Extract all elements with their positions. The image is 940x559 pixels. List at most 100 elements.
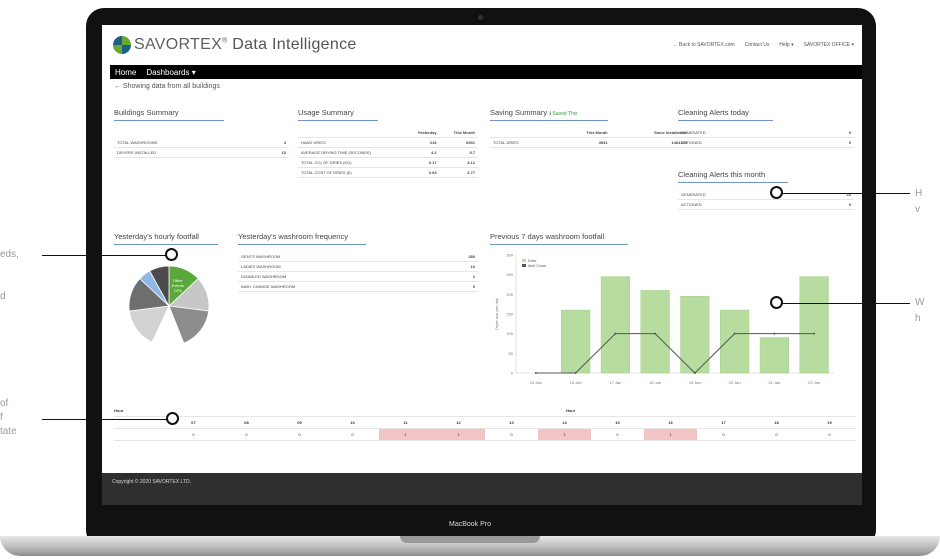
- table-row: BABY CHANGE WASHROOM 0: [238, 281, 478, 292]
- chart-bar[interactable]: [600, 276, 630, 374]
- row-value: 22: [809, 190, 854, 200]
- row-month: 5.7: [439, 147, 478, 158]
- callout-marker: [770, 296, 783, 309]
- hour-label-right: Hour: [565, 408, 576, 413]
- saved-info-badge[interactable]: ℹ Saved This: [549, 111, 577, 117]
- hour-header-row: Hour Hour: [114, 405, 856, 417]
- callout-right-1: H: [915, 188, 923, 199]
- callout-left-4: f: [0, 412, 3, 423]
- hour-value[interactable]: 0: [485, 429, 538, 440]
- hour-value[interactable]: 1: [379, 429, 432, 440]
- chart-bar[interactable]: [640, 290, 670, 374]
- hour-number: 08: [244, 420, 249, 425]
- alert-count-point[interactable]: [813, 332, 816, 335]
- callout-connector: [777, 193, 910, 194]
- col-this-month: This Month: [439, 128, 478, 138]
- contact-link[interactable]: Contact Us: [745, 42, 770, 48]
- chart-bar[interactable]: [720, 309, 750, 374]
- hour-value[interactable]: 0: [697, 429, 750, 440]
- hour-spacer: [114, 429, 167, 440]
- x-tick-label: 18 Jan: [649, 380, 661, 385]
- callout-connector: [777, 303, 910, 304]
- hour-alert-table: Hour Hour 07 08 09 10 11 12 13 14 15 16 17 18 19 000…: [114, 405, 856, 441]
- chart-bar[interactable]: [759, 337, 789, 374]
- hour-number: 09: [297, 420, 302, 425]
- row-label: GENERATED: [678, 128, 817, 138]
- x-tick-label: 17 Jan: [609, 380, 621, 385]
- hour-number: 18: [774, 420, 779, 425]
- table-row: ACTIONED 0: [678, 137, 854, 148]
- breadcrumb[interactable]: ← Showing data from all buildings: [114, 83, 220, 90]
- hour-value[interactable]: 0: [167, 429, 220, 440]
- alert-count-point[interactable]: [614, 332, 617, 335]
- row-month: 3.77: [439, 167, 478, 178]
- alert-count-point[interactable]: [773, 332, 776, 335]
- row-yesterday: 0.17: [404, 157, 440, 168]
- callout-marker: [770, 186, 783, 199]
- alert-count-point[interactable]: [534, 372, 537, 374]
- top-links: ← Back to SAVORTEX.com Contact Us Help ▾…: [673, 42, 854, 48]
- hour-value[interactable]: 1: [538, 429, 591, 440]
- row-yesterday: 216: [404, 137, 440, 148]
- main-navbar: Home Dashboards ▾: [110, 65, 862, 79]
- hour-number: 17: [721, 420, 726, 425]
- row-label: DRYERS INSTALLED: [114, 147, 257, 158]
- callout-right-3: W: [915, 297, 925, 308]
- row-label: TOTAL CO₂ OF DRIES (KG): [298, 157, 405, 168]
- alert-count-point[interactable]: [654, 332, 657, 335]
- callout-marker: [166, 412, 179, 425]
- alert-count-point[interactable]: [693, 372, 696, 374]
- x-tick-label: 22 Jan: [808, 380, 820, 385]
- hour-value[interactable]: 0: [591, 429, 644, 440]
- hour-value[interactable]: 1: [644, 429, 697, 440]
- buildings-summary-table: TOTAL WASHROOMS 4 DRYERS INSTALLED 10: [114, 138, 289, 158]
- y-tick-label: 100: [506, 331, 513, 336]
- stage: eds, d of f tate H v W h SAVORTEX® Data …: [0, 0, 940, 559]
- table-row: DISABLED WASHROOM 2: [238, 271, 478, 282]
- product-name: Data Intelligence: [232, 36, 357, 53]
- back-link[interactable]: ← Back to SAVORTEX.com: [673, 42, 735, 48]
- table-row: LADIES WASHROOM 16: [238, 261, 478, 272]
- hour-value[interactable]: 1: [432, 429, 485, 440]
- y-tick-label: 0: [511, 371, 514, 376]
- hour-number: 16: [668, 420, 673, 425]
- nav-dashboards[interactable]: Dashboards ▾: [146, 68, 195, 77]
- row-value: 0: [809, 199, 854, 210]
- hour-value[interactable]: 0: [273, 429, 326, 440]
- callout-right-2: v: [915, 204, 920, 215]
- nav-home[interactable]: Home: [115, 68, 136, 77]
- row-label: LADIES WASHROOM: [238, 261, 437, 272]
- alerts-today-title: Cleaning Alerts today: [678, 108, 773, 121]
- table-row: TOTAL CO₂ OF DRIES (KG) 0.17 3.12: [298, 157, 478, 168]
- table-row: GENERATED 22: [678, 190, 854, 200]
- row-label: BABY CHANGE WASHROOM: [238, 281, 437, 292]
- chart-bar[interactable]: [680, 296, 710, 374]
- x-tick-label: 15 Jan: [530, 380, 542, 385]
- row-label: HAND DRIES: [298, 137, 405, 148]
- x-tick-label: 19 Jan: [689, 380, 701, 385]
- row-yesterday: 4.2: [404, 147, 440, 158]
- account-menu[interactable]: SAVORTEX OFFICE ▾: [804, 42, 854, 48]
- camera-icon: [478, 15, 483, 20]
- hour-value[interactable]: 0: [803, 429, 856, 440]
- usage-summary-title: Usage Summary: [298, 108, 378, 121]
- hour-value[interactable]: 0: [750, 429, 803, 440]
- row-value: 0: [816, 137, 854, 148]
- footfall-pie-chart: Other Events 13%: [128, 265, 210, 347]
- alert-count-point[interactable]: [733, 332, 736, 335]
- help-menu[interactable]: Help ▾: [779, 42, 793, 48]
- chart-bar[interactable]: [799, 276, 829, 374]
- saving-summary-table: This Month Since Installation TOTAL DRIES…: [490, 128, 690, 148]
- table-row: TOTAL COST OF DRIES (£) 0.03 3.77: [298, 167, 478, 178]
- laptop-notch: [400, 536, 540, 543]
- hour-number: 11: [403, 420, 408, 425]
- row-value: 280: [436, 252, 478, 262]
- callout-connector: [42, 255, 170, 256]
- saving-summary-label: Saving Summary: [490, 108, 548, 117]
- alert-count-point[interactable]: [574, 372, 577, 374]
- table-row: GENTS WASHROOM 280: [238, 252, 478, 262]
- hour-value[interactable]: 0: [326, 429, 379, 440]
- alerts-month-title: Cleaning Alerts this month: [678, 170, 788, 183]
- hour-value-row: 0000110101000: [114, 429, 856, 441]
- hour-value[interactable]: 0: [220, 429, 273, 440]
